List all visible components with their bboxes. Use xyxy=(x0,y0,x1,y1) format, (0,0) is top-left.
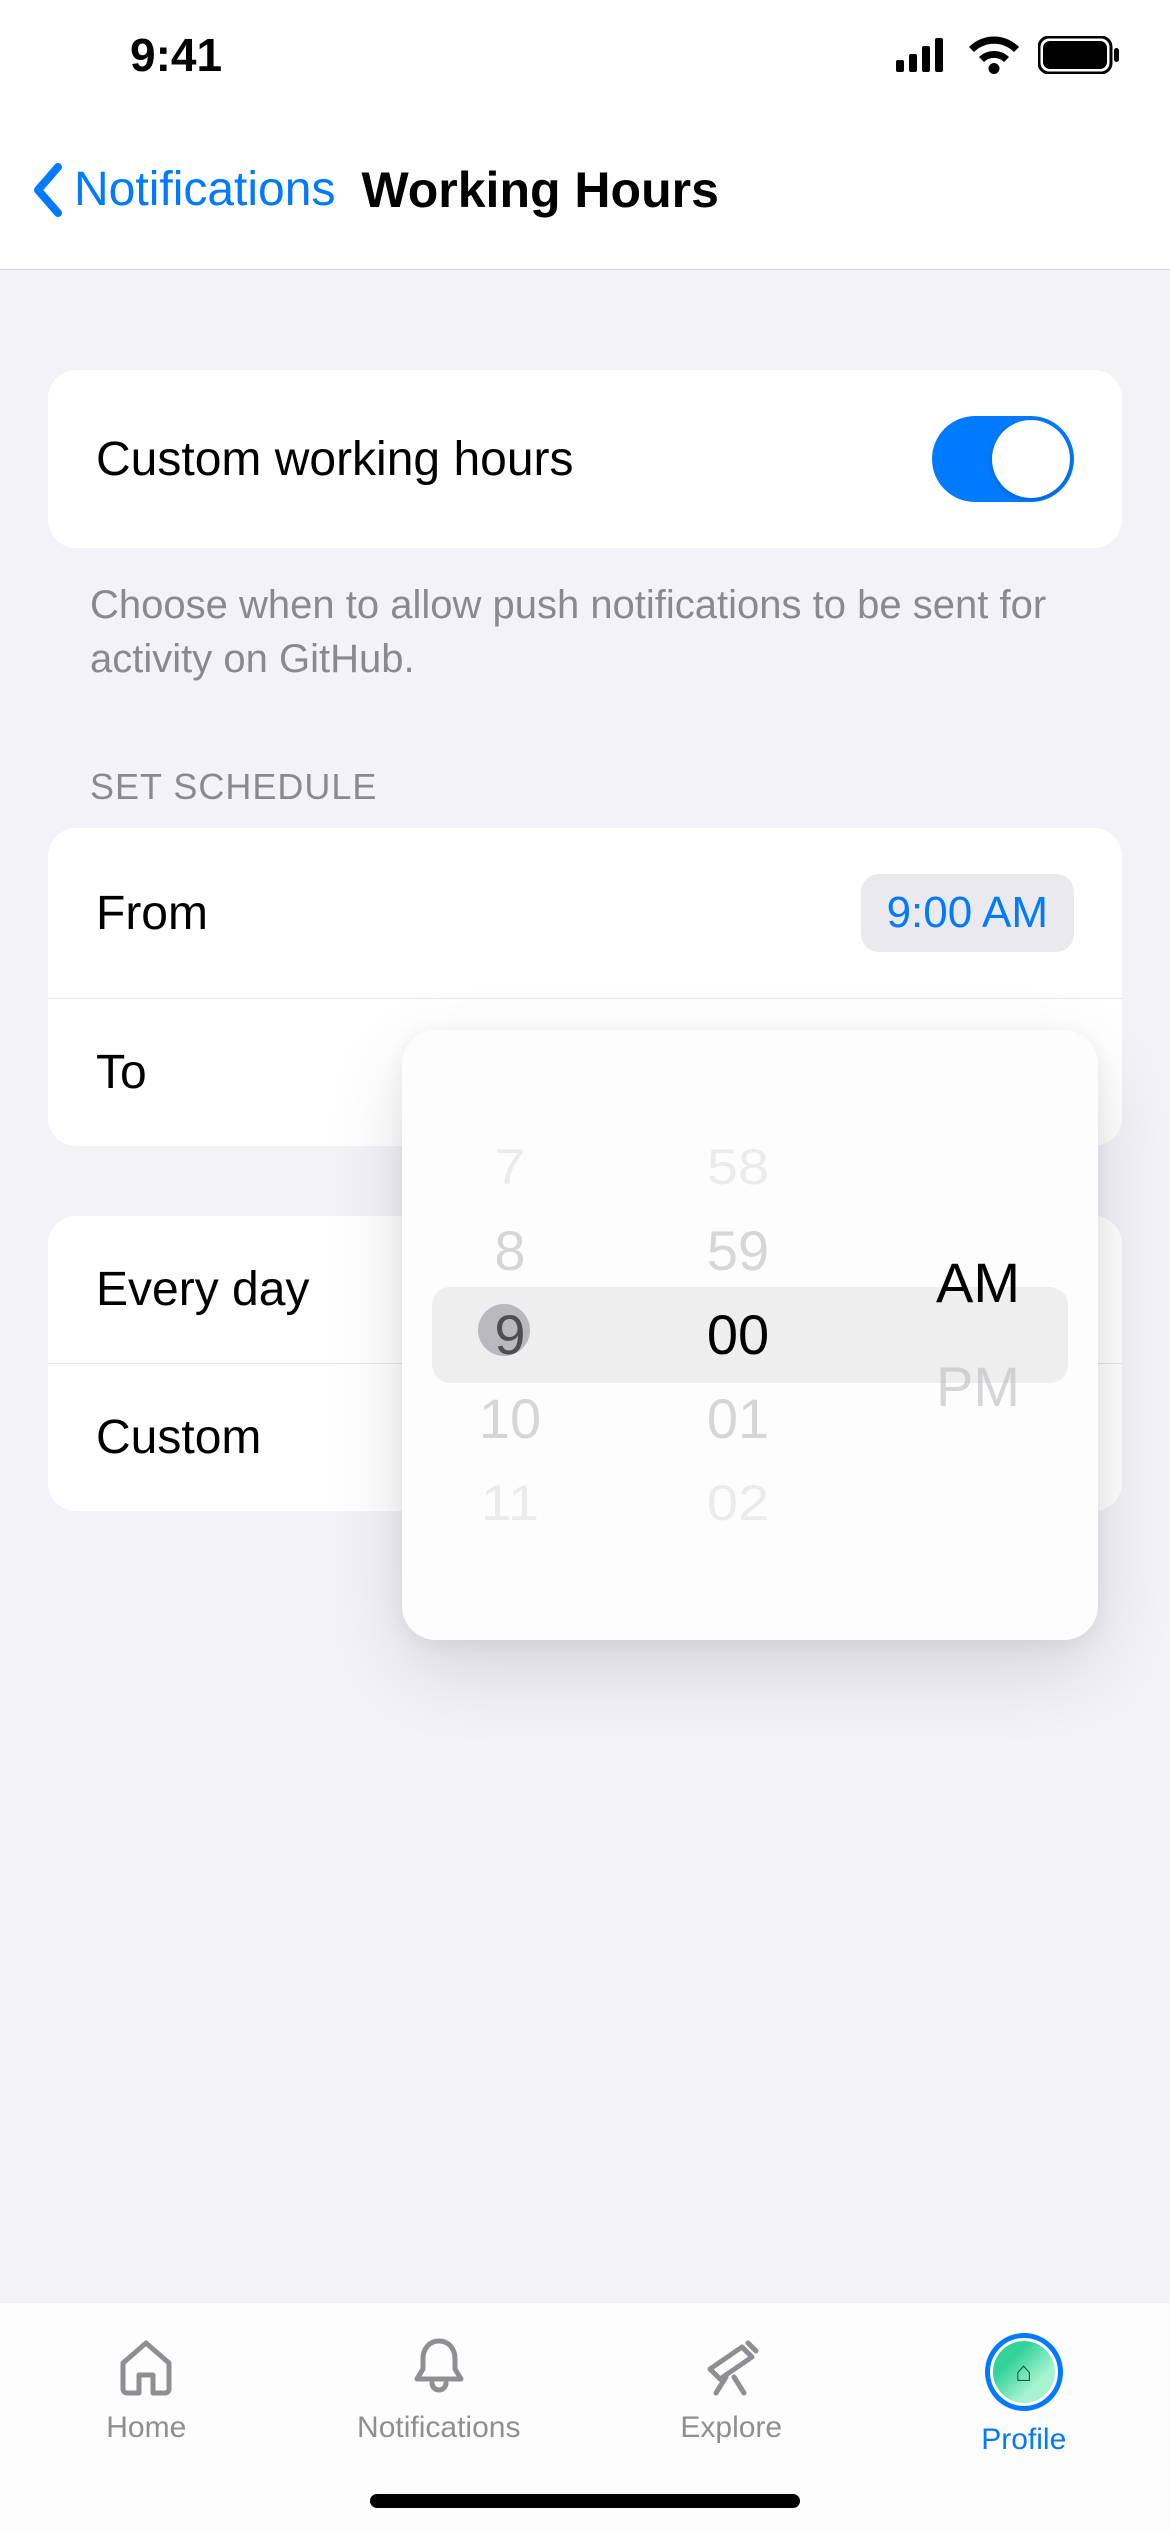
tab-home-label: Home xyxy=(106,2411,186,2445)
time-picker-popover[interactable]: 7 8 9 10 11 58 59 00 01 02 AM PM xyxy=(402,1030,1098,1640)
battery-icon xyxy=(1038,36,1120,74)
cellular-icon xyxy=(896,38,950,72)
tab-explore[interactable]: Explore xyxy=(585,2333,878,2445)
tab-home[interactable]: Home xyxy=(0,2333,293,2445)
bell-icon xyxy=(406,2333,472,2399)
picker-minute-column[interactable]: 58 59 00 01 02 xyxy=(618,1030,858,1640)
custom-hours-row[interactable]: Custom working hours xyxy=(48,370,1122,548)
custom-hours-toggle[interactable] xyxy=(932,416,1074,502)
from-time-button[interactable]: 9:00 AM xyxy=(861,874,1074,952)
nav-bar: Notifications Working Hours xyxy=(0,110,1170,270)
chevron-left-icon xyxy=(30,163,64,217)
toggle-group: Custom working hours xyxy=(48,370,1122,548)
schedule-header: SET SCHEDULE xyxy=(90,766,1080,808)
custom-days-label: Custom xyxy=(96,1410,261,1465)
from-label: From xyxy=(96,886,208,941)
status-time: 9:41 xyxy=(130,28,222,82)
content: Custom working hours Choose when to allo… xyxy=(0,270,1170,2302)
every-day-label: Every day xyxy=(96,1262,309,1317)
touch-indicator xyxy=(478,1304,530,1356)
avatar-icon: ⌂ xyxy=(985,2333,1063,2411)
custom-hours-label: Custom working hours xyxy=(96,432,574,487)
status-indicators xyxy=(896,36,1120,74)
tab-notifications-label: Notifications xyxy=(357,2411,520,2445)
telescope-icon xyxy=(698,2333,764,2399)
toggle-note: Choose when to allow push notifications … xyxy=(90,578,1080,686)
wifi-icon xyxy=(968,36,1020,74)
to-label: To xyxy=(96,1045,147,1100)
back-button[interactable]: Notifications xyxy=(30,162,335,217)
tab-explore-label: Explore xyxy=(680,2411,782,2445)
picker-ampm-column[interactable]: AM PM xyxy=(858,1030,1098,1640)
tab-notifications[interactable]: Notifications xyxy=(293,2333,586,2445)
status-bar: 9:41 xyxy=(0,0,1170,110)
back-label: Notifications xyxy=(74,162,335,217)
home-indicator[interactable] xyxy=(370,2494,800,2508)
tab-profile-label: Profile xyxy=(981,2423,1066,2457)
page-title: Working Hours xyxy=(361,161,718,219)
from-row[interactable]: From 9:00 AM xyxy=(48,828,1122,998)
tab-profile[interactable]: ⌂ Profile xyxy=(878,2333,1170,2457)
home-icon xyxy=(113,2333,179,2399)
